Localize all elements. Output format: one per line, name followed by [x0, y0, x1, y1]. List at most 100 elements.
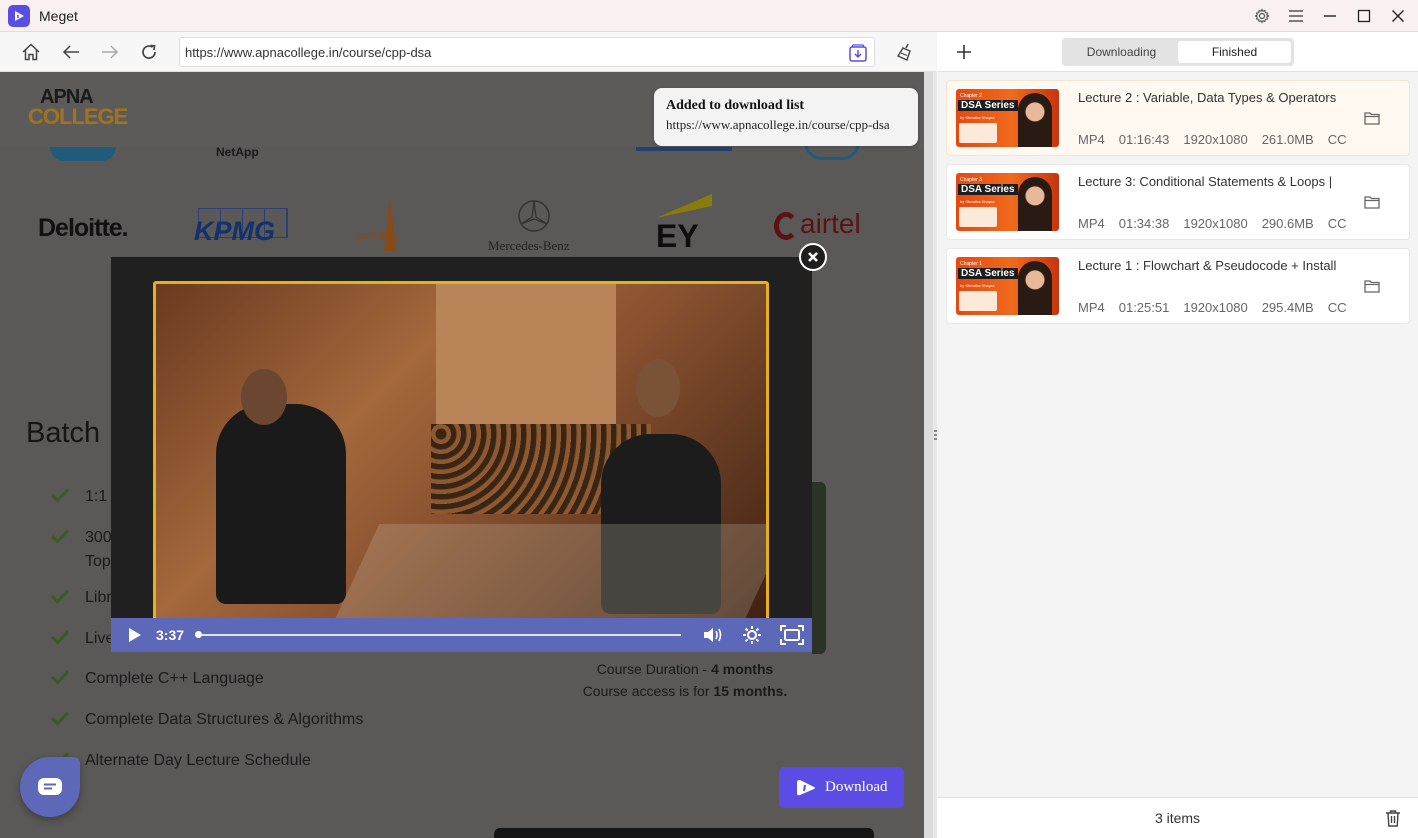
- feature-item: 300 Top: [50, 526, 112, 574]
- tab-downloading[interactable]: Downloading: [1065, 41, 1178, 63]
- open-folder-button[interactable]: [1363, 109, 1381, 127]
- close-button[interactable]: [1386, 4, 1410, 28]
- browser-pane: https://www.apnacollege.in/course/cpp-ds…: [0, 32, 936, 838]
- clear-button[interactable]: [891, 38, 919, 66]
- menu-button[interactable]: [1284, 4, 1308, 28]
- gear-icon: [1254, 8, 1270, 24]
- browser-toolbar: https://www.apnacollege.in/course/cpp-ds…: [0, 32, 936, 72]
- item-resolution: 1920x1080: [1183, 216, 1248, 231]
- settings-button[interactable]: [1250, 4, 1274, 28]
- video-scene-wall: [436, 284, 616, 434]
- download-item[interactable]: Chapter 3 DSA Series by Shradha Khapra L…: [946, 164, 1410, 240]
- video-player[interactable]: [153, 281, 769, 623]
- folder-icon: [1364, 196, 1380, 209]
- partner-logo-kpmg: KPMG: [194, 208, 288, 246]
- item-subtitle: CC: [1327, 300, 1347, 315]
- feature-item: Complete Data Structures & Algorithms: [50, 708, 363, 732]
- chat-button[interactable]: [20, 757, 80, 817]
- maximize-button[interactable]: [1352, 4, 1376, 28]
- trash-icon: [1386, 810, 1400, 827]
- partner-logo-ey: EY: [656, 194, 716, 258]
- feature-item: Complete C++ Language: [50, 667, 264, 691]
- notification-toast: Added to download list https://www.apnac…: [654, 88, 918, 146]
- item-count: 3 items: [1154, 810, 1201, 826]
- item-duration: 01:16:43: [1118, 132, 1170, 147]
- item-subtitle: CC: [1327, 132, 1347, 147]
- video-seek-handle[interactable]: [195, 631, 202, 638]
- close-icon: [808, 252, 818, 262]
- back-button[interactable]: [57, 38, 85, 66]
- minimize-icon: [1324, 15, 1336, 17]
- delete-all-button[interactable]: [1383, 808, 1403, 828]
- video-time: 3:37: [156, 627, 185, 643]
- add-to-download-button[interactable]: [848, 43, 868, 63]
- item-duration: 01:34:38: [1118, 216, 1170, 231]
- item-meta: MP4 01:34:38 1920x1080 290.6MB CC: [1078, 216, 1347, 231]
- video-scene-person-left-head: [241, 369, 287, 425]
- course-info: Course Duration - 4 months Course access…: [582, 661, 788, 699]
- partner-logo-cloud: [50, 147, 116, 161]
- apna-college-logo[interactable]: APNA COLLEGE: [28, 87, 128, 128]
- item-format: MP4: [1078, 132, 1105, 147]
- video-thumbnail: Chapter 3 DSA Series by Shradha Khapra: [956, 173, 1059, 231]
- batch-heading: Batch: [26, 417, 101, 449]
- item-duration: 01:25:51: [1118, 300, 1170, 315]
- forward-icon: [102, 45, 119, 59]
- video-thumbnail: Chapter 2 DSA Series by Shradha Khapra: [956, 89, 1059, 147]
- refresh-button[interactable]: [135, 38, 163, 66]
- volume-button[interactable]: [702, 625, 724, 645]
- item-title: Lecture 1 : Flowchart & Pseudocode + Ins…: [1078, 258, 1337, 273]
- url-input[interactable]: https://www.apnacollege.in/course/cpp-ds…: [185, 45, 431, 60]
- partner-logo-deloitte: Deloitte.: [38, 214, 129, 242]
- download-item[interactable]: Chapter 1 DSA Series by Shradha Khapra L…: [946, 248, 1410, 324]
- check-icon: [50, 630, 70, 645]
- close-video-button[interactable]: [799, 243, 827, 271]
- partner-logo-ibm: [636, 147, 732, 151]
- settings-gear-icon: [743, 626, 761, 644]
- partner-logo-isro: इसरो isro: [356, 196, 426, 256]
- item-meta: MP4 01:25:51 1920x1080 295.4MB CC: [1078, 300, 1347, 315]
- download-button[interactable]: Download: [779, 767, 904, 808]
- feature-item: Libr: [50, 586, 112, 610]
- minimize-button[interactable]: [1318, 4, 1342, 28]
- volume-icon: [704, 628, 722, 642]
- check-icon: [50, 488, 70, 503]
- partner-logo-netapp: NetApp: [216, 145, 259, 159]
- toast-title: Added to download list: [666, 98, 805, 113]
- video-settings-button[interactable]: [742, 625, 762, 645]
- item-title: Lecture 2 : Variable, Data Types & Opera…: [1078, 90, 1337, 105]
- check-icon: [50, 529, 70, 544]
- add-download-button[interactable]: [953, 41, 975, 63]
- forward-button[interactable]: [96, 38, 124, 66]
- item-title: Lecture 3: Conditional Statements & Loop…: [1078, 174, 1333, 189]
- folder-icon: [1364, 112, 1380, 125]
- play-icon: [129, 628, 141, 642]
- downloads-toolbar: Downloading Finished: [937, 32, 1418, 72]
- downloads-footer: 3 items: [937, 797, 1418, 838]
- fullscreen-button[interactable]: [780, 625, 804, 645]
- feature-item: Live: [50, 627, 114, 651]
- video-controls: 3:37: [111, 618, 812, 652]
- app-logo-icon: [8, 4, 30, 27]
- item-format: MP4: [1078, 216, 1105, 231]
- item-resolution: 1920x1080: [1183, 300, 1248, 315]
- download-item[interactable]: Chapter 2 DSA Series by Shradha Khapra L…: [946, 80, 1410, 156]
- feature-item: Alternate Day Lecture Schedule: [50, 749, 311, 773]
- video-modal: 3:37: [111, 257, 812, 652]
- background-video-thumbnail: [812, 482, 826, 654]
- url-bar[interactable]: https://www.apnacollege.in/course/cpp-ds…: [179, 37, 875, 67]
- home-button[interactable]: [17, 38, 45, 66]
- play-button[interactable]: [122, 622, 148, 648]
- video-thumbnail: Chapter 1 DSA Series by Shradha Khapra: [956, 257, 1059, 315]
- downloads-panel: Downloading Finished Chapter 2 DSA Serie…: [937, 32, 1418, 838]
- item-subtitle: CC: [1327, 216, 1347, 231]
- tab-finished[interactable]: Finished: [1178, 41, 1291, 63]
- video-seek-bar[interactable]: [197, 634, 681, 636]
- check-icon: [50, 589, 70, 604]
- folder-icon: [1364, 280, 1380, 293]
- open-folder-button[interactable]: [1363, 193, 1381, 211]
- broom-icon: [896, 43, 911, 61]
- open-folder-button[interactable]: [1363, 277, 1381, 295]
- download-list: Chapter 2 DSA Series by Shradha Khapra L…: [946, 80, 1410, 332]
- app-title: Meget: [39, 7, 78, 24]
